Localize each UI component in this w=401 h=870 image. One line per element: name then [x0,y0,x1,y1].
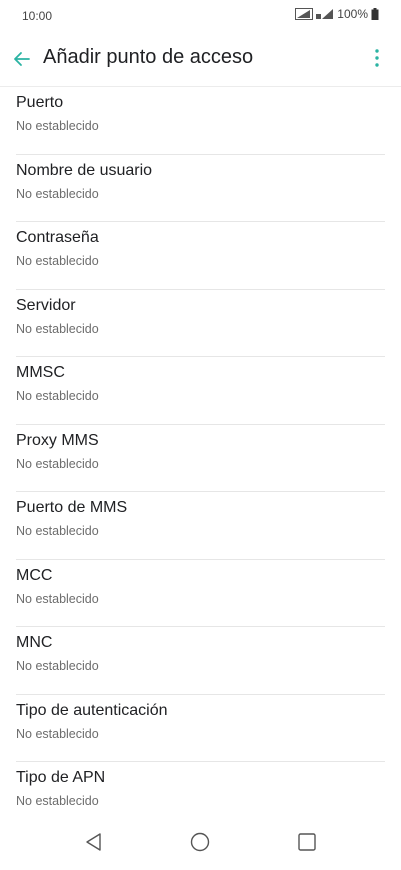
list-item-contrasena[interactable]: Contraseña No establecido [0,222,401,290]
signal-sim2-icon [316,8,334,20]
item-label: MMSC [16,364,65,381]
list-item-servidor[interactable]: Servidor No establecido [0,290,401,357]
item-label: Tipo de APN [16,769,106,786]
more-options-icon[interactable] [371,46,383,70]
item-value: No establecido [16,321,99,336]
item-label: Nombre de usuario [16,161,153,179]
page-title: Añadir punto de acceso [43,46,254,68]
item-label: Tipo de autenticación [16,701,168,719]
item-label: Puerto de MMS [16,499,128,516]
item-value: No establecido [16,794,99,808]
item-label: MCC [16,566,53,584]
item-value: No establecido [16,524,99,538]
nav-recents-square-icon[interactable] [295,830,319,854]
battery-percent: 100% [337,7,368,21]
status-icons: 100% [295,7,379,21]
item-value: No establecido [16,456,99,471]
list-item-nombre-de-usuario[interactable]: Nombre de usuario No establecido [0,155,401,222]
list-item-puerto[interactable]: Puerto No establecido [0,87,401,155]
item-value: No establecido [16,726,99,741]
item-value: No establecido [16,591,99,606]
item-label: Servidor [16,296,76,314]
signal-sim1-icon [295,8,314,20]
back-arrow-icon[interactable] [10,47,34,71]
status-bar: 10:00 100% [0,0,401,32]
list-item-tipo-de-autenticacion[interactable]: Tipo de autenticación No establecido [0,695,401,762]
list-item-proxy-mms[interactable]: Proxy MMS No establecido [0,425,401,492]
item-value: No establecido [16,119,99,133]
list-item-mcc[interactable]: MCC No establecido [0,560,401,627]
item-value: No establecido [16,254,99,268]
item-label: Proxy MMS [16,431,99,449]
item-label: Puerto [16,94,64,111]
apn-settings-list: Puerto No establecido Nombre de usuario … [0,87,401,830]
battery-icon [371,8,379,20]
item-label: MNC [16,634,53,651]
app-bar: Añadir punto de acceso [0,32,401,87]
nav-home-circle-icon[interactable] [188,830,212,854]
nav-back-triangle-icon[interactable] [82,830,106,854]
item-value: No establecido [16,389,99,403]
status-time: 10:00 [22,9,53,23]
list-item-puerto-de-mms[interactable]: Puerto de MMS No establecido [0,492,401,560]
list-item-mmsc[interactable]: MMSC No establecido [0,357,401,425]
item-value: No establecido [16,186,99,201]
item-label: Contraseña [16,229,99,246]
navigation-bar [0,818,401,870]
list-item-mnc[interactable]: MNC No establecido [0,627,401,695]
item-value: No establecido [16,659,99,673]
